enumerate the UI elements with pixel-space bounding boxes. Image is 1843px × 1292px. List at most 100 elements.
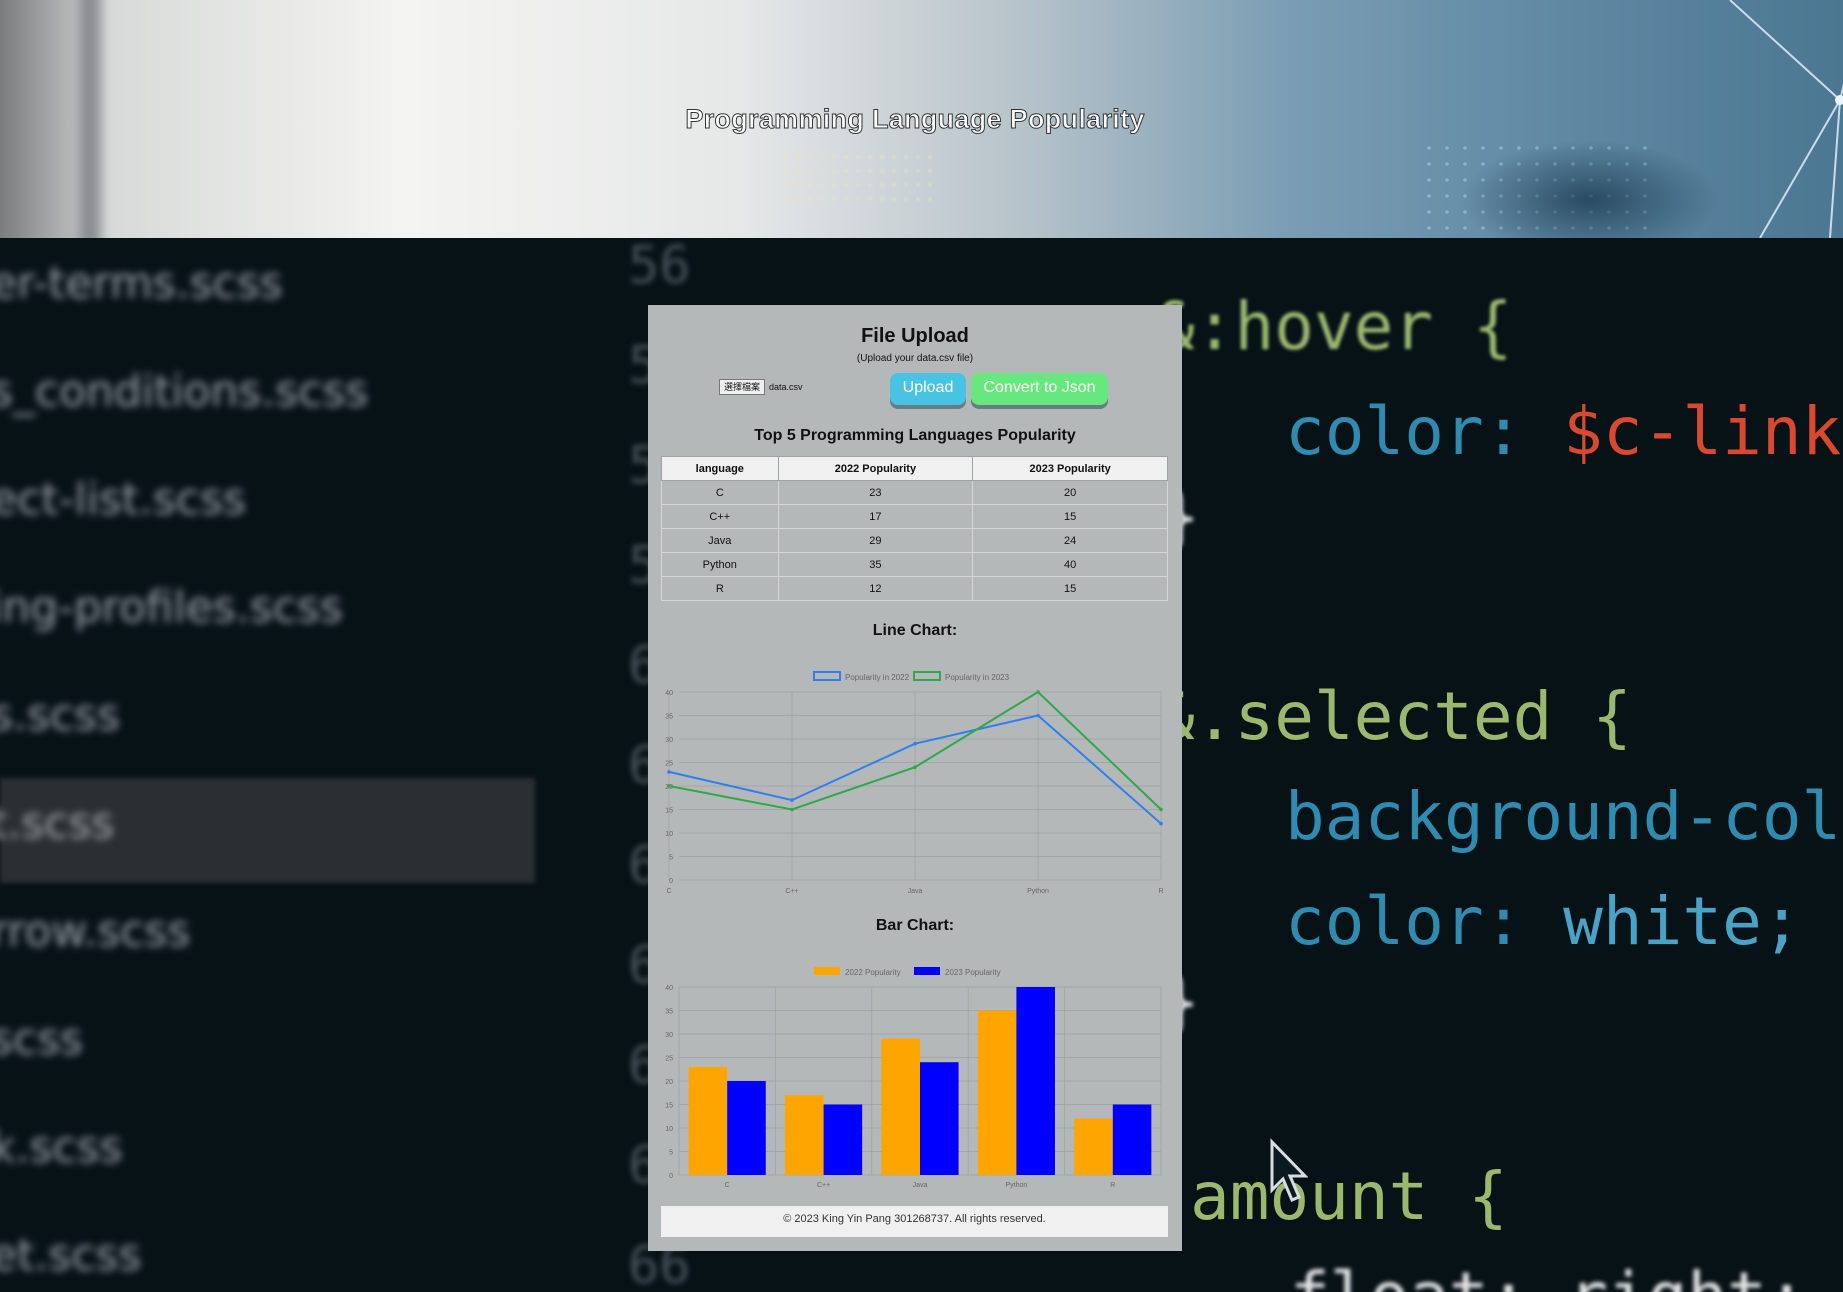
table-cell: R [661, 576, 779, 601]
data-point [790, 798, 794, 802]
bar [823, 1104, 863, 1175]
column-header: 2022 Popularity [777, 456, 974, 481]
code-line: amount { [1190, 1158, 1508, 1235]
x-tick-label: R [1110, 1182, 1115, 1189]
background-file-name: et.scss [0, 1230, 142, 1281]
code-line: float: right; [1290, 1258, 1807, 1292]
table-cell: 29 [777, 528, 974, 553]
table-header-row: language 2022 Popularity 2023 Popularity [661, 456, 1168, 481]
background-file-name: s.scss [0, 690, 120, 741]
y-tick-label: 0 [669, 1173, 673, 1180]
y-tick-label: 0 [669, 878, 673, 885]
table-cell: C++ [661, 504, 779, 529]
y-tick-label: 30 [665, 1032, 673, 1039]
legend-label: 2023 Popularity [945, 968, 1001, 977]
table-row: C 23 20 [661, 480, 1168, 505]
footer: © 2023 King Yin Pang 301268737. All righ… [661, 1206, 1168, 1237]
bar [881, 1038, 920, 1175]
data-point [790, 807, 794, 812]
x-tick-label: Python [1006, 1182, 1028, 1189]
data-point [667, 770, 671, 774]
y-tick-label: 20 [665, 1079, 673, 1086]
code-line: &:hover { [1155, 288, 1513, 365]
line-chart-title: Line Chart: [872, 622, 958, 639]
table-cell: C [661, 480, 779, 505]
table-cell: Java [661, 528, 779, 553]
x-tick-label: C [666, 888, 671, 895]
background-file-name: s_conditions.scss [0, 366, 369, 417]
y-tick-label: 25 [665, 1056, 673, 1063]
upload-button[interactable]: Upload [890, 373, 966, 405]
selected-file-name: data.csv [769, 382, 803, 392]
y-tick-label: 15 [665, 1103, 673, 1110]
data-point [913, 741, 917, 746]
legend-swatch [814, 967, 840, 975]
banner-shadow [1460, 140, 1720, 238]
data-point [1036, 690, 1040, 694]
banner-lights [780, 150, 940, 210]
line-chart: Popularity in 2022Popularity in 20230510… [665, 671, 1164, 895]
legend-swatch [813, 671, 841, 681]
bar-chart: 2022 Popularity 2023 Popularity 0 5 10 15 20 25… [665, 967, 1162, 1189]
data-point [1036, 713, 1040, 718]
x-tick-label: C++ [785, 888, 798, 895]
bar-chart-title: Bar Chart: [875, 917, 955, 934]
background-file-name: rrow.scss [0, 906, 191, 957]
table-row: R 12 15 [661, 576, 1168, 601]
y-tick-label: 35 [665, 1009, 673, 1016]
page-title: Programming Language Popularity [685, 104, 1145, 135]
table-row: Python 35 40 [661, 552, 1168, 577]
table-title: Top 5 Programming Languages Popularity [754, 427, 1076, 444]
bar [1112, 1104, 1152, 1175]
table-cell: 40 [972, 552, 1168, 577]
table-cell: 12 [777, 576, 974, 601]
data-point [667, 784, 671, 788]
table-cell: 15 [972, 504, 1168, 529]
table-cell: 23 [777, 480, 974, 505]
legend-label: Popularity in 2023 [945, 673, 1010, 682]
background-file-name: scss [0, 1014, 83, 1065]
background-line-number: 56 [628, 238, 691, 296]
code-line: color: $c-link-hove [1285, 393, 1843, 470]
y-tick-label: 5 [669, 855, 673, 862]
column-header: 2023 Popularity [972, 456, 1168, 481]
file-upload-subtitle: (Upload your data.csv file) [856, 353, 974, 364]
file-upload-heading: File Upload [861, 325, 969, 347]
convert-to-json-button[interactable]: Convert to Json [971, 373, 1108, 405]
table-cell: 20 [972, 480, 1168, 505]
table-cell: 15 [972, 576, 1168, 601]
table-cell: 24 [972, 528, 1168, 553]
bar [977, 1010, 1017, 1175]
table-row: C++ 17 15 [661, 504, 1168, 529]
bar [727, 1081, 766, 1175]
x-tick-label: Python [1027, 888, 1049, 895]
background-file-name: er-terms.scss [0, 258, 283, 309]
background-file-name: ing-profiles.scss [0, 582, 343, 633]
legend-label: Popularity in 2022 [845, 673, 910, 682]
y-tick-label: 5 [669, 1150, 673, 1157]
popularity-table: language 2022 Popularity 2023 Popularity… [661, 456, 1168, 601]
bar [920, 1062, 959, 1175]
table-cell: Python [661, 552, 779, 577]
table-cell: 35 [777, 552, 974, 577]
bar [1074, 1118, 1113, 1175]
legend-swatch [913, 671, 941, 681]
bar [688, 1066, 728, 1175]
data-point [1159, 821, 1163, 826]
upload-card: File Upload (Upload your data.csv file) … [648, 305, 1182, 1251]
background-file-name: t.scss [0, 798, 115, 849]
legend-label: 2022 Popularity [845, 968, 901, 977]
data-point [913, 765, 917, 769]
choose-file-button[interactable]: 選擇檔案 [719, 379, 765, 395]
x-tick-label: Java [913, 1182, 928, 1189]
legend-swatch [914, 967, 940, 975]
code-line: background-color: $ [1285, 778, 1843, 855]
y-tick-label: 40 [665, 985, 673, 992]
table-row: Java 29 24 [661, 528, 1168, 553]
background-file-name: k.scss [0, 1122, 123, 1173]
x-tick-label: C++ [817, 1182, 830, 1189]
y-tick-label: 10 [665, 1126, 673, 1133]
table-cell: 17 [777, 504, 974, 529]
x-tick-label: Java [908, 888, 923, 895]
data-point [1159, 807, 1163, 812]
